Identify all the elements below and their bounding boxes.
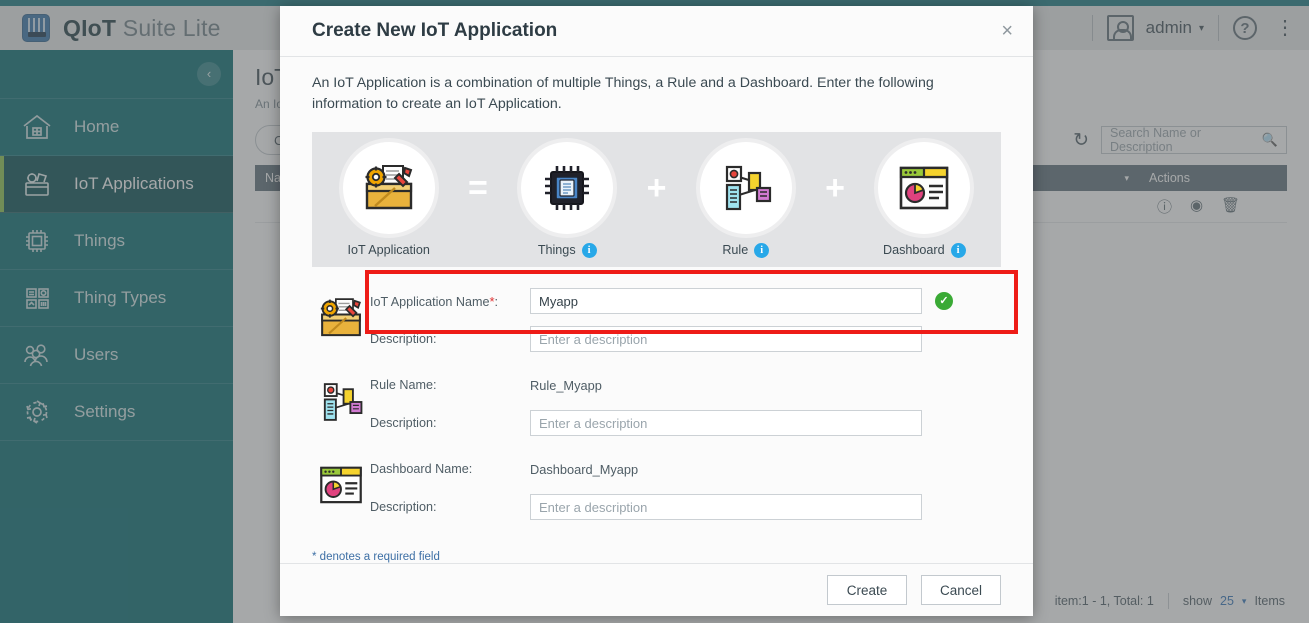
application-root: QIoT Suite Lite admin ▾ ? ⋮ ‹ [0, 0, 1309, 623]
dashboard-name-value: Dashboard_Myapp [530, 461, 639, 477]
field-row-dashboard-description: Description: [370, 491, 1001, 523]
diagram-node-label: IoT Application [347, 243, 429, 257]
form-fields: Dashboard Name: Dashboard_Myapp Descript… [370, 453, 1001, 529]
dashboard-chart-icon [312, 453, 370, 507]
validation-check-icon: ✓ [935, 292, 953, 311]
dialog-intro-text: An IoT Application is a combination of m… [312, 75, 934, 112]
diagram-node-rule: Rule i [692, 141, 800, 258]
rule-name-value: Rule_Myapp [530, 377, 602, 393]
dialog-title: Create New IoT Application [312, 20, 558, 42]
diagram-node-label: Rule i [722, 242, 770, 258]
rule-flow-icon [699, 141, 792, 234]
field-row-app-name: IoT Application Name*: ✓ [370, 285, 1001, 317]
diagram-operator-plus-1: + [646, 168, 667, 207]
info-icon[interactable]: i [754, 242, 770, 258]
field-row-rule-name: Rule Name: Rule_Myapp [370, 369, 1001, 401]
app-description-input[interactable] [530, 326, 922, 353]
diagram-node-things: Things i [513, 141, 621, 258]
app-name-label-text: IoT Application Name [370, 294, 490, 309]
rule-flow-icon [312, 369, 370, 425]
diagram-node-label: Dashboard i [883, 242, 966, 258]
diagram-label-text: Rule [722, 243, 749, 258]
app-name-input[interactable] [530, 288, 922, 315]
rule-description-input[interactable] [530, 410, 922, 437]
diagram-operator-plus-2: + [825, 168, 845, 207]
close-icon[interactable]: × [1001, 21, 1013, 41]
rule-name-label: Rule Name: [370, 378, 437, 393]
dashboard-description-input[interactable] [530, 494, 922, 521]
create-iot-application-dialog: Create New IoT Application × An IoT Appl… [280, 6, 1033, 616]
dialog-body: An IoT Application is a combination of m… [280, 57, 1033, 563]
required-field-note: * denotes a required field [312, 551, 440, 564]
app-name-label: IoT Application Name*: [370, 294, 530, 309]
form-fields: IoT Application Name*: ✓ Description: [370, 285, 1001, 361]
rule-description-label: Description: [370, 416, 437, 431]
diagram-label-text: Things [537, 243, 576, 258]
create-button[interactable]: Create [827, 575, 907, 606]
composition-diagram: IoT Application = Things i + Rule i + Da… [312, 132, 1001, 268]
iot-application-icon [342, 142, 435, 235]
diagram-label-text: Dashboard [883, 243, 945, 258]
app-name-colon: : [494, 294, 499, 309]
dashboard-name-label: Dashboard Name: [370, 462, 473, 477]
dashboard-description-label: Description: [370, 500, 437, 515]
diagram-label-text: IoT Application [347, 243, 430, 258]
form-fields: Rule Name: Rule_Myapp Description: [370, 369, 1001, 445]
diagram-node-label: Things i [537, 242, 597, 258]
field-row-dashboard-name: Dashboard Name: Dashboard_Myapp [370, 453, 1001, 485]
form-group-rule: Rule Name: Rule_Myapp Description: [312, 369, 1001, 445]
dashboard-chart-icon [878, 141, 971, 234]
info-icon[interactable]: i [950, 242, 966, 258]
form-group-iot-application: IoT Application Name*: ✓ Description: [312, 285, 1001, 361]
things-chip-icon [521, 141, 614, 234]
form-group-dashboard: Dashboard Name: Dashboard_Myapp Descript… [312, 453, 1001, 529]
field-row-app-description: Description: [370, 323, 1001, 355]
application-form: IoT Application Name*: ✓ Description: [312, 285, 1001, 529]
dialog-footer: Create Cancel [280, 563, 1033, 616]
field-row-rule-description: Description: [370, 407, 1001, 439]
diagram-node-dashboard: Dashboard i [870, 141, 978, 258]
info-icon[interactable]: i [581, 242, 597, 258]
cancel-button[interactable]: Cancel [921, 575, 1001, 606]
dialog-header: Create New IoT Application × [280, 6, 1033, 58]
app-description-label: Description: [370, 332, 437, 347]
iot-application-icon [312, 285, 370, 341]
diagram-operator-equals: = [468, 168, 488, 207]
diagram-node-iot-application: IoT Application [335, 142, 443, 257]
